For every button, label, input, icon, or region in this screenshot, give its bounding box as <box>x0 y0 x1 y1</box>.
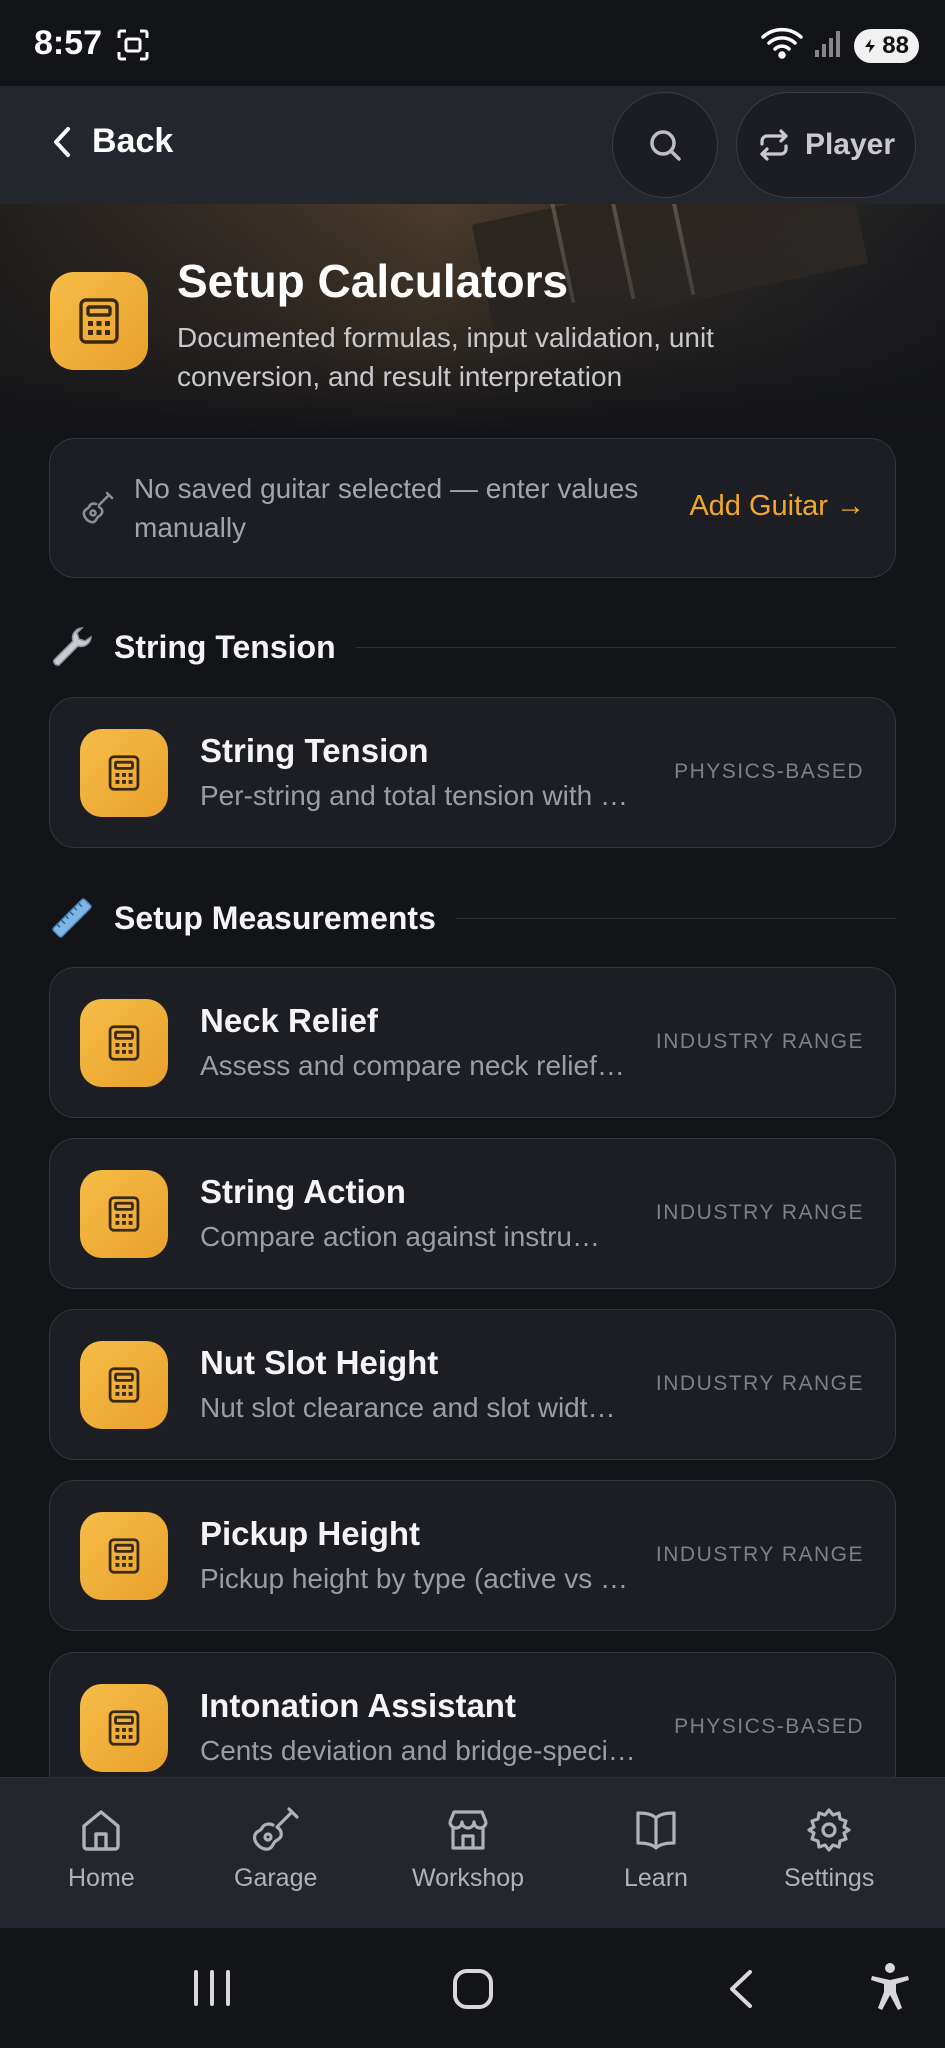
section-title: String Tension <box>114 628 336 665</box>
calculator-icon <box>80 1341 168 1429</box>
calculator-title: String Tension <box>200 732 429 769</box>
section-divider <box>355 646 896 648</box>
system-navigation-bar <box>0 1928 945 2048</box>
nav-label: Learn <box>624 1864 688 1892</box>
nav-item-workshop[interactable]: Workshop <box>412 1806 524 1893</box>
calculator-title: Neck Relief <box>200 1002 378 1039</box>
calculator-tag: INDUSTRY RANGE <box>655 1201 864 1224</box>
status-time: 8:57 <box>34 24 103 62</box>
back-button[interactable]: Back <box>50 122 173 161</box>
calculator-card-pickup-height[interactable]: Pickup Height Pickup height by type (act… <box>49 1480 896 1631</box>
banner-message: No saved guitar selected — enter values … <box>134 473 639 543</box>
calculator-tag: PHYSICS-BASED <box>674 1715 864 1738</box>
calculator-description: Nut slot clearance and slot widt… <box>200 1392 616 1423</box>
calculator-icon <box>80 1684 168 1772</box>
wifi-icon <box>760 26 804 65</box>
calculator-description: Per-string and total tension with … <box>200 780 628 811</box>
player-button[interactable]: Player <box>736 92 916 198</box>
recent-apps-icon <box>194 1970 230 2006</box>
gear-icon <box>807 1808 851 1852</box>
chevron-left-icon <box>54 126 70 157</box>
no-guitar-banner: No saved guitar selected — enter values … <box>49 438 896 578</box>
nav-label: Garage <box>234 1864 318 1892</box>
calculator-description: Compare action against instru… <box>200 1221 600 1252</box>
section-header-string-tension: String Tension <box>48 622 896 672</box>
nav-item-learn[interactable]: Learn <box>624 1806 688 1893</box>
signal-icon <box>814 28 844 63</box>
page-subtitle: Documented formulas, input validation, u… <box>177 322 714 392</box>
calculator-tag: INDUSTRY RANGE <box>655 1372 864 1395</box>
section-title: Setup Measurements <box>114 899 436 936</box>
nav-label: Settings <box>784 1864 875 1892</box>
nav-label: Workshop <box>412 1864 525 1892</box>
home-button[interactable] <box>452 1968 494 2015</box>
page-title: Setup Calculators <box>177 255 569 307</box>
hero-fret-decoration <box>668 204 696 296</box>
calculator-tag: INDUSTRY RANGE <box>655 1030 864 1053</box>
calculator-card-string-action[interactable]: String Action Compare action against ins… <box>49 1138 896 1289</box>
calculator-icon <box>80 1170 168 1258</box>
accessibility-button[interactable] <box>868 1962 912 2015</box>
recent-apps-button[interactable] <box>190 1968 234 2013</box>
battery-level: 88 <box>882 31 909 59</box>
section-divider <box>455 917 896 919</box>
home-icon <box>82 1810 121 1851</box>
calculator-card-neck-relief[interactable]: Neck Relief Assess and compare neck reli… <box>49 967 896 1118</box>
calculator-title: Intonation Assistant <box>200 1687 516 1724</box>
bottom-navigation: Home Garage Workshop Learn Settings <box>0 1777 945 1928</box>
repeat-icon <box>760 129 788 161</box>
status-bar: 8:57 88 <box>0 0 945 86</box>
add-guitar-link[interactable]: Add Guitar → <box>689 490 865 523</box>
calculator-description: Cents deviation and bridge-speci… <box>200 1735 636 1766</box>
search-button[interactable] <box>612 92 718 198</box>
calculator-title: Pickup Height <box>200 1515 421 1552</box>
battery-indicator: 88 <box>854 28 919 63</box>
accessibility-icon <box>871 1963 909 2010</box>
calculator-tag: INDUSTRY RANGE <box>655 1543 864 1566</box>
calculator-description: Assess and compare neck relief… <box>200 1050 625 1081</box>
screenshot-icon <box>116 28 150 67</box>
app-header: Back Player <box>0 86 945 204</box>
system-back-button[interactable] <box>726 1968 756 2015</box>
nav-item-settings[interactable]: Settings <box>784 1806 874 1893</box>
guitar-icon <box>252 1807 299 1851</box>
guitar-icon <box>82 491 114 530</box>
nav-label: Home <box>68 1864 135 1892</box>
section-header-setup-measurements: Setup Measurements <box>48 893 896 943</box>
calculator-tag: PHYSICS-BASED <box>674 760 864 783</box>
calculator-icon <box>80 999 168 1087</box>
calculator-title: String Action <box>200 1173 406 1210</box>
calculator-description: Pickup height by type (active vs … <box>200 1563 628 1594</box>
search-icon <box>650 130 681 161</box>
calculator-card-nut-slot-height[interactable]: Nut Slot Height Nut slot clearance and s… <box>49 1309 896 1460</box>
wrench-icon <box>48 623 96 671</box>
calculator-title: Nut Slot Height <box>200 1344 439 1381</box>
hero-fret-decoration <box>608 204 636 300</box>
calculator-icon <box>50 272 148 370</box>
hero-banner: Setup Calculators Documented formulas, i… <box>0 204 945 434</box>
calculator-icon <box>80 1512 168 1600</box>
back-arrow-icon <box>730 1970 752 2008</box>
nav-item-garage[interactable]: Garage <box>234 1806 317 1893</box>
store-icon <box>448 1810 488 1850</box>
player-label: Player <box>804 128 896 161</box>
nav-item-home[interactable]: Home <box>68 1806 135 1893</box>
book-icon <box>636 1811 676 1850</box>
ruler-icon <box>48 894 96 942</box>
calculator-card-string-tension[interactable]: String Tension Per-string and total tens… <box>49 697 896 848</box>
back-label: Back <box>92 122 174 160</box>
home-circle-icon <box>453 1969 493 2009</box>
calculator-icon <box>80 729 168 817</box>
